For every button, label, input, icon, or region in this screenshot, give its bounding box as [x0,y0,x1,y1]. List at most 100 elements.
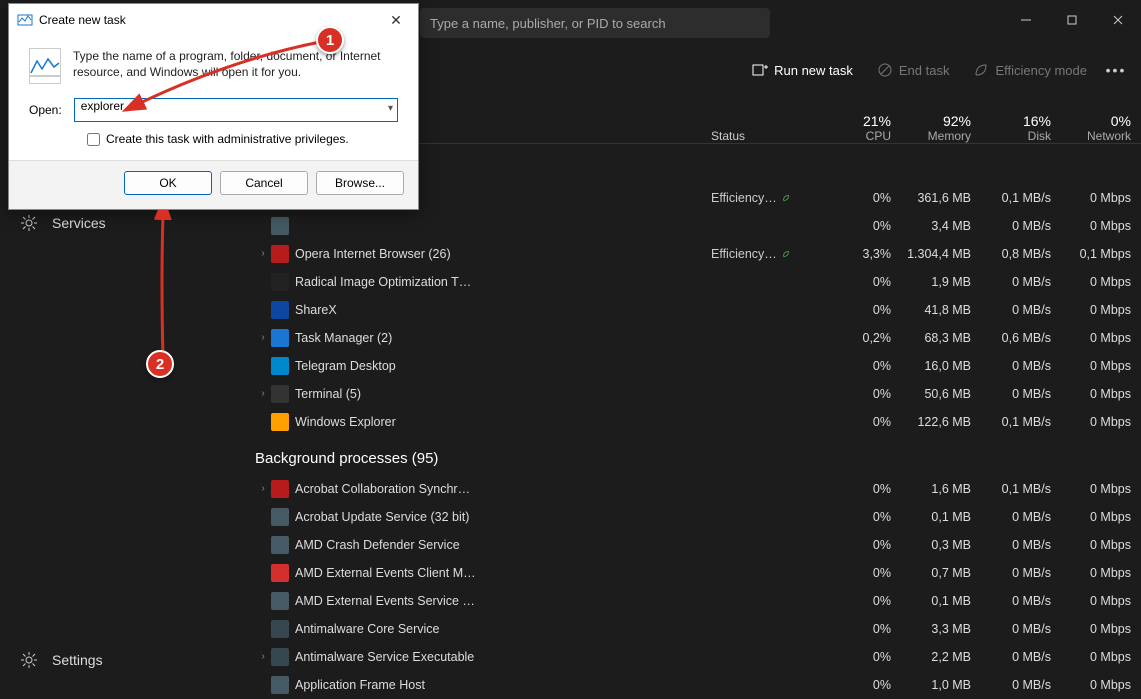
ok-button[interactable]: OK [124,171,212,195]
dialog-description: Type the name of a program, folder, docu… [73,48,398,84]
disk-value: 0 MB/s [981,622,1061,636]
table-row[interactable]: ›Antimalware Service Executable0%2,2 MB0… [240,643,1141,671]
table-row[interactable]: ShareX0%41,8 MB0 MB/s0 Mbps [240,296,1141,324]
memory-value: 3,3 MB [901,622,981,636]
run-new-task-button[interactable]: Run new task [742,56,863,84]
gear-icon [20,214,38,232]
disk-value: 0 MB/s [981,219,1061,233]
search-input[interactable]: Type a name, publisher, or PID to search [420,8,770,38]
process-name: AMD Crash Defender Service [295,538,460,552]
create-task-dialog: Create new task ✕ Type the name of a pro… [8,3,419,210]
table-row[interactable]: Acrobat Update Service (32 bit)0%0,1 MB0… [240,503,1141,531]
app-icon [271,217,289,235]
memory-value: 1,0 MB [901,678,981,692]
table-row[interactable]: Windows Explorer0%122,6 MB0,1 MB/s0 Mbps [240,408,1141,436]
app-icon [271,648,289,666]
chart-icon [29,48,61,84]
memory-value: 0,7 MB [901,566,981,580]
network-value: 0 Mbps [1061,566,1141,580]
cpu-value: 0% [821,219,901,233]
col-memory[interactable]: 92%Memory [901,113,981,143]
table-row[interactable]: Radical Image Optimization T…0%1,9 MB0 M… [240,268,1141,296]
table-row[interactable]: Telegram Desktop0%16,0 MB0 MB/s0 Mbps [240,352,1141,380]
section-background: Background processes (95) [240,436,1141,475]
network-value: 0 Mbps [1061,275,1141,289]
process-name: Opera Internet Browser (26) [295,247,451,261]
app-icon [271,564,289,582]
process-name: Telegram Desktop [295,359,396,373]
cpu-value: 0% [821,538,901,552]
col-disk[interactable]: 16%Disk [981,113,1061,143]
table-row[interactable]: Antimalware Core Service0%3,3 MB0 MB/s0 … [240,615,1141,643]
process-name: Radical Image Optimization T… [295,275,471,289]
disk-value: 0,1 MB/s [981,482,1061,496]
app-icon [271,480,289,498]
process-status: Efficiency… [711,191,777,205]
network-value: 0 Mbps [1061,482,1141,496]
disk-value: 0 MB/s [981,594,1061,608]
close-button[interactable] [1095,0,1141,40]
open-input[interactable] [81,99,377,113]
network-value: 0 Mbps [1061,387,1141,401]
end-task-button: End task [867,56,960,84]
table-row[interactable]: ›Acrobat Collaboration Synchr…0%1,6 MB0,… [240,475,1141,503]
memory-value: 41,8 MB [901,303,981,317]
process-name: AMD External Events Client M… [295,566,476,580]
leaf-icon [973,62,989,78]
minimize-button[interactable] [1003,0,1049,40]
col-status[interactable]: Status [701,129,821,143]
memory-value: 50,6 MB [901,387,981,401]
process-name: Antimalware Core Service [295,622,440,636]
more-button[interactable]: ••• [1101,62,1131,78]
table-row[interactable]: ›Terminal (5)0%50,6 MB0 MB/s0 Mbps [240,380,1141,408]
memory-value: 68,3 MB [901,331,981,345]
network-value: 0 Mbps [1061,678,1141,692]
cpu-value: 0% [821,303,901,317]
app-icon [271,273,289,291]
table-row[interactable]: AMD External Events Service …0%0,1 MB0 M… [240,587,1141,615]
cpu-value: 0% [821,594,901,608]
cpu-value: 0% [821,622,901,636]
memory-value: 2,2 MB [901,650,981,664]
cpu-value: 0% [821,482,901,496]
cancel-button[interactable]: Cancel [220,171,308,195]
memory-value: 0,3 MB [901,538,981,552]
network-value: 0 Mbps [1061,331,1141,345]
col-cpu[interactable]: 21%CPU [821,113,901,143]
admin-checkbox[interactable] [87,133,100,146]
disk-value: 0 MB/s [981,538,1061,552]
table-row[interactable]: ›Task Manager (2)0,2%68,3 MB0,6 MB/s0 Mb… [240,324,1141,352]
process-name: ShareX [295,303,337,317]
table-row[interactable]: Application Frame Host0%1,0 MB0 MB/s0 Mb… [240,671,1141,699]
disk-value: 0 MB/s [981,387,1061,401]
table-row[interactable]: 0%3,4 MB0 MB/s0 Mbps [240,212,1141,240]
open-combobox[interactable]: ▾ [74,98,398,122]
table-row[interactable]: ›Opera Internet Browser (26)Efficiency…3… [240,240,1141,268]
network-value: 0 Mbps [1061,538,1141,552]
memory-value: 122,6 MB [901,415,981,429]
network-value: 0 Mbps [1061,219,1141,233]
cpu-value: 0% [821,275,901,289]
cpu-value: 0% [821,678,901,692]
browse-button[interactable]: Browse... [316,171,404,195]
memory-value: 1,6 MB [901,482,981,496]
disk-value: 0 MB/s [981,275,1061,289]
disk-value: 0 MB/s [981,359,1061,373]
chevron-down-icon[interactable]: ▾ [388,103,393,114]
disk-value: 0 MB/s [981,303,1061,317]
sidebar-item-settings[interactable]: Settings [20,651,103,669]
network-value: 0,1 Mbps [1061,247,1141,261]
memory-value: 3,4 MB [901,219,981,233]
disk-value: 0 MB/s [981,566,1061,580]
dialog-close-button[interactable]: ✕ [376,6,416,34]
col-network[interactable]: 0%Network [1061,113,1141,143]
process-name: Acrobat Collaboration Synchr… [295,482,470,496]
process-name: Terminal (5) [295,387,361,401]
table-row[interactable]: AMD Crash Defender Service 0%0,3 MB0 MB/s… [240,531,1141,559]
maximize-button[interactable] [1049,0,1095,40]
disk-value: 0,8 MB/s [981,247,1061,261]
app-icon [271,357,289,375]
table-row[interactable]: AMD External Events Client M…0%0,7 MB0 M… [240,559,1141,587]
end-icon [877,62,893,78]
leaf-icon [783,195,789,201]
